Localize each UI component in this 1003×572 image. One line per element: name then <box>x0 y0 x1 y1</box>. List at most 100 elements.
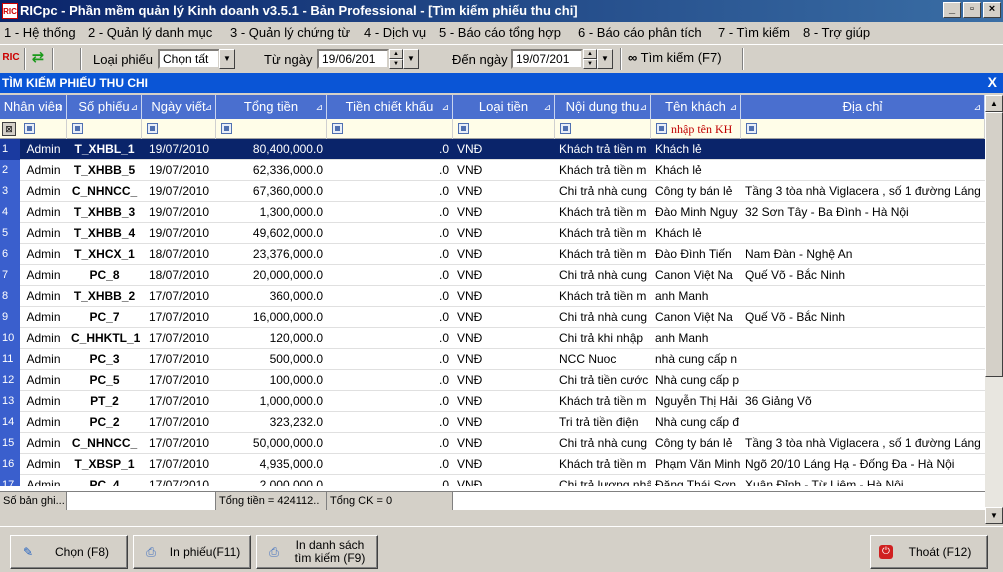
filter-icon[interactable] <box>458 123 469 134</box>
table-row[interactable]: 13 Admin PT_2 17/07/2010 1,000,000.0 .0 VNĐ Khá… <box>0 391 985 412</box>
col-header-dia-chi[interactable]: Địa chỉ ⊿ <box>741 95 985 119</box>
menu-tim-kiem[interactable]: 7 - Tìm kiếm <box>718 25 790 40</box>
cell-kh: Khách lẻ <box>655 163 702 177</box>
horizontal-scrollbar[interactable] <box>0 510 985 524</box>
col-header-tien-chiet-khau[interactable]: Tiền chiết khấu ⊿ <box>327 95 453 119</box>
table-row[interactable]: 14 Admin PC_2 17/07/2010 323,232.0 .0 VNĐ Tri t… <box>0 412 985 433</box>
close-button[interactable]: × <box>983 2 1001 18</box>
filter-icon[interactable] <box>24 123 35 134</box>
cell-so: C_NHNCC_ <box>71 436 138 450</box>
col-header-ten-khach[interactable]: Tên khách ⊿ <box>651 95 741 119</box>
pin-icon: ⊿ <box>973 102 981 112</box>
table-row[interactable]: 7 Admin PC_8 18/07/2010 20,000,000.0 .0 VNĐ Chi… <box>0 265 985 286</box>
cell-loai: VNĐ <box>457 310 483 324</box>
tu-ngay-spinner[interactable]: ▲ ▼ <box>389 49 403 69</box>
chevron-down-icon[interactable]: ▼ <box>597 49 613 69</box>
cell-ngay: 17/07/2010 <box>148 478 210 486</box>
table-row[interactable]: 10 Admin C_HHKTL_1 17/07/2010 120,000.0 .0 VNĐ… <box>0 328 985 349</box>
table-row[interactable]: 12 Admin PC_5 17/07/2010 100,000.0 .0 VNĐ Chi t… <box>0 370 985 391</box>
table-row[interactable]: 16 Admin T_XBSP_1 17/07/2010 4,935,000.0 .0 VN… <box>0 454 985 475</box>
panel-close-button[interactable]: X <box>988 74 997 90</box>
cell-nd: NCC Nuoc <box>559 352 617 366</box>
chon-button[interactable]: ✎ Chọn (F8) <box>10 535 128 569</box>
cell-nd: Chi trả tiền cước <box>559 373 649 387</box>
filter-icon[interactable] <box>746 123 757 134</box>
filter-icon[interactable] <box>221 123 232 134</box>
table-row[interactable]: 17 Admin PC_4 17/07/2010 2,000,000.0 .0 VNĐ Chi… <box>0 475 985 486</box>
refresh-icon[interactable]: ⇄ <box>29 49 47 67</box>
cell-so: T_XHCX_1 <box>74 247 135 261</box>
table-row[interactable]: 3 Admin C_NHNCC_ 19/07/2010 67,360,000.0 .0 VN… <box>0 181 985 202</box>
cell-loai: VNĐ <box>457 373 483 387</box>
in-danh-sach-button[interactable]: ⎙ In danh sách tìm kiếm (F9) <box>256 535 378 569</box>
search-button[interactable]: ∞ Tìm kiếm (F7) <box>628 50 722 65</box>
col-header-noi-dung-thu[interactable]: Nội dung thu ⊿ <box>555 95 651 119</box>
den-ngay-input[interactable]: 19/07/201 <box>511 49 583 69</box>
cell-nd: Tri trả tiền điện <box>559 415 639 429</box>
grid-footer: Số bản ghi... Tổng tiền = 424112.. Tổng … <box>0 491 985 510</box>
menu-bao-cao-tong-hop[interactable]: 5 - Báo cáo tổng hợp <box>439 25 561 40</box>
loai-phieu-select[interactable]: Chọn tất <box>158 49 220 69</box>
den-ngay-spinner[interactable]: ▲ ▼ <box>583 49 597 69</box>
cell-loai: VNĐ <box>457 289 483 303</box>
cell-kh: Đào Đình Tiến <box>655 247 732 261</box>
restore-button[interactable]: ▫ <box>963 2 981 18</box>
filter-icon[interactable] <box>560 123 571 134</box>
in-phieu-button[interactable]: ⎙ In phiếu(F11) <box>133 535 251 569</box>
col-header-ngay-viet[interactable]: Ngày viết ⊿ <box>142 95 216 119</box>
scroll-down-icon[interactable]: ▼ <box>985 507 1003 524</box>
menu-bao-cao-phan-tich[interactable]: 6 - Báo cáo phân tích <box>578 25 702 40</box>
cell-so: C_NHNCC_ <box>71 184 138 198</box>
table-row[interactable]: 9 Admin PC_7 17/07/2010 16,000,000.0 .0 VNĐ Chi… <box>0 307 985 328</box>
menu-dich-vu[interactable]: 4 - Dịch vụ <box>364 25 426 40</box>
ric-logo-icon[interactable]: RIC <box>2 49 20 67</box>
menu-quan-ly-chung-tu[interactable]: 3 - Quản lý chứng từ <box>230 25 350 40</box>
table-row[interactable]: 1 Admin T_XHBL_1 19/07/2010 80,400,000.0 .0 VN… <box>0 139 985 160</box>
thoat-button[interactable]: ⏻ Thoát (F12) <box>870 535 988 569</box>
cell-dc: Nam Đàn - Nghệ An <box>745 247 853 261</box>
cell-n: 8 <box>0 286 20 307</box>
menu-he-thong[interactable]: 1 - Hệ thống <box>4 25 76 40</box>
cell-dc: Xuân Đỉnh - Từ Liêm - Hà Nội <box>745 478 904 486</box>
scroll-up-icon[interactable]: ▲ <box>985 95 1003 112</box>
table-row[interactable]: 8 Admin T_XHBB_2 17/07/2010 360,000.0 .0 VNĐ Kh… <box>0 286 985 307</box>
tu-ngay-input[interactable]: 19/06/201 <box>317 49 389 69</box>
clear-filter-icon[interactable]: ⊠ <box>2 122 16 136</box>
cell-kh: Khách lẻ <box>655 142 702 156</box>
filter-icon[interactable] <box>147 123 158 134</box>
table-row[interactable]: 6 Admin T_XHCX_1 18/07/2010 23,376,000.0 .0 VN… <box>0 244 985 265</box>
col-header-tong-tien[interactable]: Tổng tiền ⊿ <box>216 95 327 119</box>
cell-n: 13 <box>0 391 20 412</box>
menu-quan-ly-danh-muc[interactable]: 2 - Quản lý danh mục <box>88 25 212 40</box>
cell-dc: 32 Sơn Tây - Ba Đình - Hà Nội <box>745 205 909 219</box>
cell-n: 2 <box>0 160 20 181</box>
cell-kh: Đặng Thái Sơn <box>655 478 737 486</box>
edit-icon: ✎ <box>22 545 34 559</box>
col-header-nhan-vien[interactable]: Nhân viên ⊿ <box>0 95 67 119</box>
table-row[interactable]: 5 Admin T_XHBB_4 19/07/2010 49,602,000.0 .0 VN… <box>0 223 985 244</box>
cell-nv: Admin <box>26 205 61 219</box>
col-header-so-phieu[interactable]: Số phiếu ⊿ <box>67 95 142 119</box>
cell-nd: Chi trả nhà cung <box>559 184 648 198</box>
table-row[interactable]: 11 Admin PC_3 17/07/2010 500,000.0 .0 VNĐ NCC N… <box>0 349 985 370</box>
ten-khach-filter-input[interactable]: nhập tên KH <box>671 122 732 137</box>
cell-dc <box>741 328 985 349</box>
minimize-button[interactable]: _ <box>943 2 961 18</box>
cell-n: 14 <box>0 412 20 433</box>
pin-icon: ⊿ <box>729 102 737 112</box>
filter-icon[interactable] <box>72 123 83 134</box>
col-header-loai-tien[interactable]: Loại tiền ⊿ <box>453 95 555 119</box>
scrollbar-thumb[interactable] <box>985 112 1003 377</box>
filter-icon[interactable] <box>656 123 667 134</box>
table-row[interactable]: 15 Admin C_NHNCC_ 17/07/2010 50,000,000.0 .0 V… <box>0 433 985 454</box>
cell-nv: Admin <box>26 247 61 261</box>
chevron-down-icon[interactable]: ▼ <box>219 49 235 69</box>
vertical-scrollbar[interactable]: ▲ ▼ <box>985 95 1003 524</box>
menu-tro-giup[interactable]: 8 - Trợ giúp <box>803 25 870 40</box>
cell-tong: 2,000,000.0 <box>259 478 323 486</box>
table-row[interactable]: 2 Admin T_XHBB_5 19/07/2010 62,336,000.0 .0 VN… <box>0 160 985 181</box>
table-row[interactable]: 4 Admin T_XHBB_3 19/07/2010 1,300,000.0 .0 VNĐ… <box>0 202 985 223</box>
title-bar: RIC RICpc - Phần mềm quản lý Kinh doanh … <box>0 0 1003 22</box>
chevron-down-icon[interactable]: ▼ <box>403 49 419 69</box>
filter-icon[interactable] <box>332 123 343 134</box>
